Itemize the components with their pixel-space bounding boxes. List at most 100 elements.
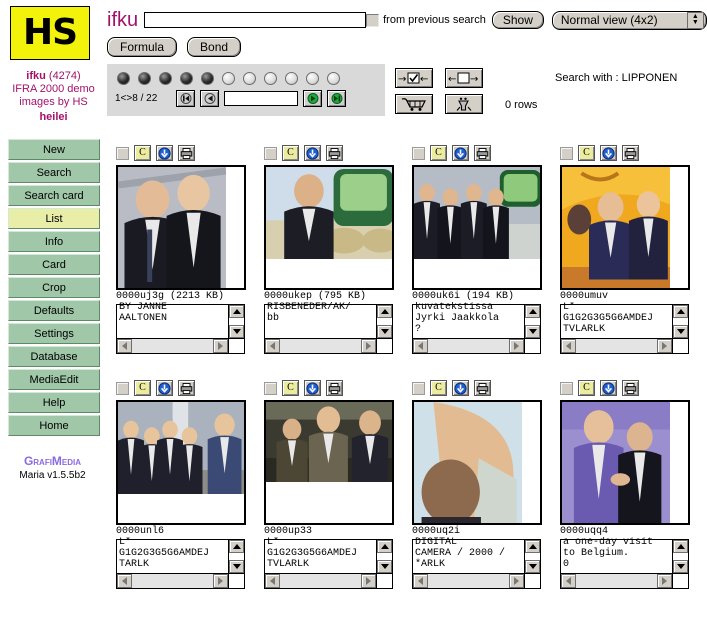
note-text[interactable]: L* G1G2G3G5G6AMDEJ TVLARLK (265, 537, 376, 573)
page-dot-4[interactable] (180, 72, 193, 85)
print-icon[interactable] (178, 145, 195, 161)
sidebar-item-help[interactable]: Help (8, 392, 100, 413)
print-icon[interactable] (326, 380, 343, 396)
scroll-left-arrow-icon[interactable] (413, 574, 428, 588)
scroll-left-arrow-icon[interactable] (413, 339, 428, 353)
search-input[interactable] (144, 12, 367, 28)
scroll-right-arrow-icon[interactable] (657, 574, 672, 588)
print-icon[interactable] (326, 145, 343, 161)
sidebar-item-defaults[interactable]: Defaults (8, 300, 100, 321)
scroll-right-arrow-icon[interactable] (213, 339, 228, 353)
scroll-down-arrow-icon[interactable] (673, 560, 688, 573)
thumbnail-frame[interactable] (264, 165, 394, 290)
note-textarea[interactable]: a one-day visit to Belgium. 0 (560, 537, 689, 589)
horizontal-scrollbar[interactable] (117, 573, 244, 588)
note-text[interactable]: RISBENEDER/AK/ bb (265, 302, 376, 338)
horizontal-scroll-track[interactable] (428, 574, 509, 588)
sidebar-item-new[interactable]: New (8, 139, 100, 160)
select-checkbox[interactable] (412, 381, 425, 395)
card-button[interactable]: C (282, 145, 299, 161)
thumbnail-image[interactable] (562, 167, 670, 290)
sidebar-item-search[interactable]: Search (8, 162, 100, 183)
horizontal-scroll-track[interactable] (132, 339, 213, 353)
shopping-cart-icon[interactable] (395, 94, 433, 114)
scroll-up-arrow-icon[interactable] (525, 540, 540, 553)
last-page-icon[interactable] (327, 90, 346, 107)
scroll-left-arrow-icon[interactable] (117, 339, 132, 353)
thumbnail-frame[interactable] (116, 165, 246, 290)
vertical-scrollbar[interactable] (228, 540, 244, 573)
vertical-scrollbar[interactable] (228, 305, 244, 338)
scroll-up-arrow-icon[interactable] (673, 540, 688, 553)
print-icon[interactable] (622, 380, 639, 396)
download-icon[interactable] (452, 380, 469, 396)
note-text[interactable]: L* G1G2G3G5G6AMDEJ TVLARLK (561, 302, 672, 338)
card-button[interactable]: C (430, 380, 447, 396)
card-button[interactable]: C (578, 380, 595, 396)
thumbnail-image[interactable] (562, 402, 670, 525)
horizontal-scrollbar[interactable] (561, 338, 688, 353)
thumbnail-image[interactable] (118, 402, 246, 494)
page-dot-9[interactable] (285, 72, 298, 85)
horizontal-scrollbar[interactable] (265, 338, 392, 353)
scroll-right-arrow-icon[interactable] (213, 574, 228, 588)
scroll-right-arrow-icon[interactable] (657, 339, 672, 353)
sidebar-item-info[interactable]: Info (8, 231, 100, 252)
note-textarea[interactable]: L* G1G2G3G5G6AMDEJ TVLARLK (560, 302, 689, 354)
horizontal-scroll-track[interactable] (280, 339, 361, 353)
download-icon[interactable] (452, 145, 469, 161)
page-dot-2[interactable] (138, 72, 151, 85)
previous-page-icon[interactable] (200, 90, 219, 107)
select-checkbox[interactable] (116, 381, 129, 395)
formula-button[interactable]: Formula (107, 37, 178, 57)
download-icon[interactable] (600, 145, 617, 161)
horizontal-scrollbar[interactable] (413, 338, 540, 353)
note-textarea[interactable]: DIGITAL CAMERA / 2000 / *ARLK (412, 537, 541, 589)
select-checkbox[interactable] (560, 146, 573, 160)
page-dot-1[interactable] (117, 72, 130, 85)
scroll-left-arrow-icon[interactable] (561, 339, 576, 353)
note-textarea[interactable]: RISBENEDER/AK/ bb (264, 302, 393, 354)
scroll-right-arrow-icon[interactable] (509, 574, 524, 588)
scroll-down-arrow-icon[interactable] (525, 560, 540, 573)
horizontal-scroll-track[interactable] (132, 574, 213, 588)
download-icon[interactable] (600, 380, 617, 396)
page-dot-10[interactable] (306, 72, 319, 85)
sidebar-item-crop[interactable]: Crop (8, 277, 100, 298)
first-page-icon[interactable] (176, 90, 195, 107)
deselect-all-icon[interactable]: ← → (445, 68, 483, 88)
download-icon[interactable] (304, 145, 321, 161)
note-text[interactable]: BY JANNE AALTONEN (117, 302, 228, 338)
horizontal-scrollbar[interactable] (265, 573, 392, 588)
sidebar-item-search-card[interactable]: Search card (8, 185, 100, 206)
thumbnail-image[interactable] (414, 167, 542, 259)
scroll-down-arrow-icon[interactable] (673, 325, 688, 338)
vertical-scrollbar[interactable] (376, 540, 392, 573)
scroll-up-arrow-icon[interactable] (377, 305, 392, 318)
page-number-input[interactable] (224, 91, 298, 106)
card-button[interactable]: C (134, 145, 151, 161)
scroll-left-arrow-icon[interactable] (561, 574, 576, 588)
note-textarea[interactable]: L* G1G2G3G5G6AMDEJ TARLK (116, 537, 245, 589)
sidebar-item-home[interactable]: Home (8, 415, 100, 436)
sidebar-item-mediaedit[interactable]: MediaEdit (8, 369, 100, 390)
note-text[interactable]: kuvatekstissa Jyrki Jaakkola ? (413, 302, 524, 338)
card-button[interactable]: C (134, 380, 151, 396)
bond-button[interactable]: Bond (187, 37, 242, 57)
horizontal-scroll-track[interactable] (576, 574, 657, 588)
card-button[interactable]: C (430, 145, 447, 161)
print-icon[interactable] (622, 145, 639, 161)
vertical-scrollbar[interactable] (376, 305, 392, 338)
card-button[interactable]: C (282, 380, 299, 396)
horizontal-scroll-track[interactable] (280, 574, 361, 588)
scroll-down-arrow-icon[interactable] (229, 560, 244, 573)
thumbnail-image[interactable] (118, 167, 226, 290)
page-dot-3[interactable] (159, 72, 172, 85)
scroll-down-arrow-icon[interactable] (525, 325, 540, 338)
download-icon[interactable] (156, 145, 173, 161)
scroll-down-arrow-icon[interactable] (377, 560, 392, 573)
from-previous-search-checkbox[interactable] (366, 13, 380, 27)
note-textarea[interactable]: L* G1G2G3G5G6AMDEJ TVLARLK (264, 537, 393, 589)
horizontal-scrollbar[interactable] (413, 573, 540, 588)
download-icon[interactable] (304, 380, 321, 396)
